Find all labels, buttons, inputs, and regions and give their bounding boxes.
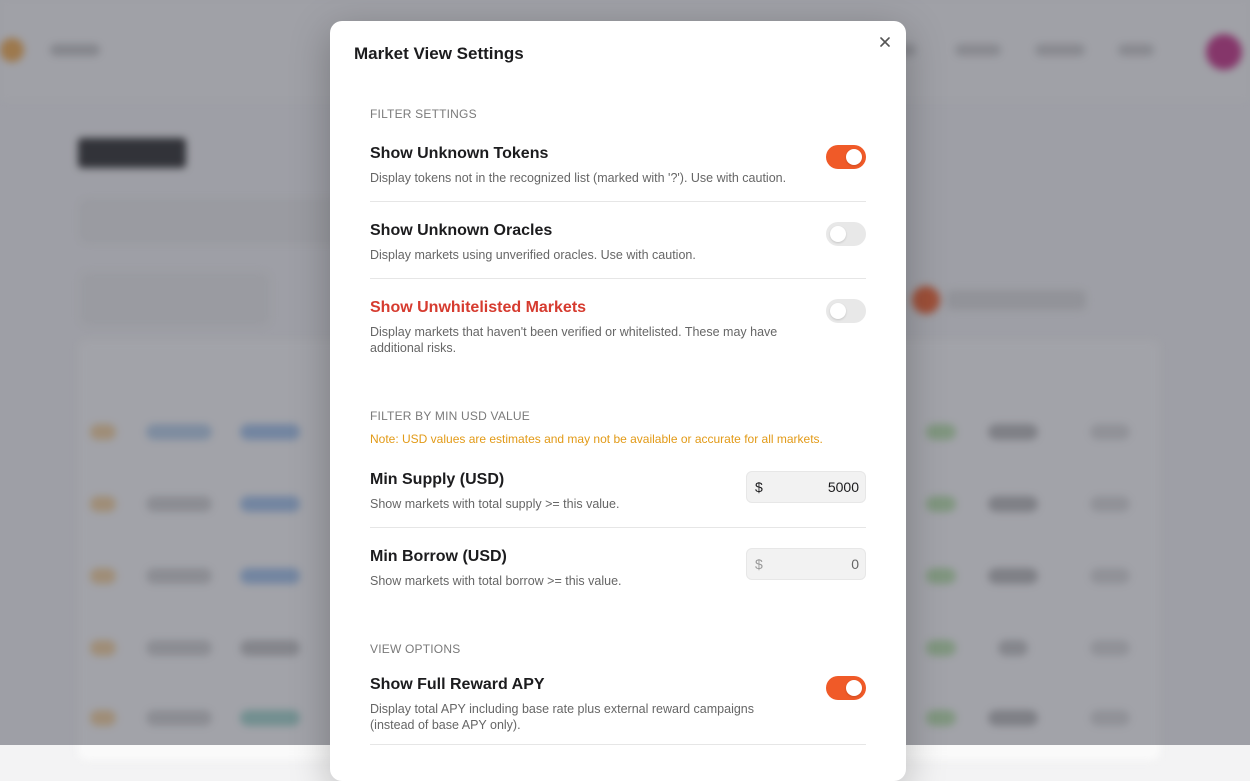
currency-symbol: $	[755, 479, 763, 495]
setting-title: Min Borrow (USD)	[370, 548, 507, 565]
toggle-knob	[830, 226, 846, 242]
divider	[370, 527, 866, 528]
toggle-knob	[846, 149, 862, 165]
modal-title: Market View Settings	[354, 44, 524, 63]
market-view-settings-modal: Market View Settings FILTER SETTINGS Sho…	[330, 21, 906, 781]
min-supply-input[interactable]	[769, 472, 859, 502]
min-borrow-input[interactable]	[769, 549, 859, 579]
setting-title: Show Unknown Oracles	[370, 222, 553, 239]
toggle-show-full-reward-apy[interactable]	[826, 676, 866, 700]
min-borrow-field[interactable]: $	[746, 548, 866, 580]
setting-description: Show markets with total borrow >= this v…	[370, 574, 622, 588]
setting-description: Display markets using unverified oracles…	[370, 248, 696, 262]
setting-description: Show markets with total supply >= this v…	[370, 497, 620, 511]
setting-description: Display total APY including base rate pl…	[370, 702, 755, 732]
toggle-show-unknown-tokens[interactable]	[826, 145, 866, 169]
setting-title: Show Unwhitelisted Markets	[370, 299, 587, 316]
divider	[370, 278, 866, 279]
view-options-label: VIEW OPTIONS	[370, 642, 461, 656]
setting-title: Min Supply (USD)	[370, 471, 505, 488]
divider	[370, 201, 866, 202]
toggle-knob	[830, 303, 846, 319]
setting-title: Show Full Reward APY	[370, 676, 545, 693]
setting-description: Display tokens not in the recognized lis…	[370, 171, 787, 185]
toggle-knob	[846, 680, 862, 696]
min-supply-field[interactable]: $	[746, 471, 866, 503]
usd-note: Note: USD values are estimates and may n…	[370, 432, 823, 446]
setting-title: Show Unknown Tokens	[370, 145, 549, 162]
toggle-show-unknown-oracles[interactable]	[826, 222, 866, 246]
currency-symbol: $	[755, 556, 763, 572]
setting-description: Display markets that haven't been verifi…	[370, 325, 778, 355]
toggle-show-unwhitelisted-markets[interactable]	[826, 299, 866, 323]
close-icon[interactable]	[876, 33, 894, 51]
filter-settings-label: FILTER SETTINGS	[370, 107, 477, 121]
min-usd-label: FILTER BY MIN USD VALUE	[370, 409, 530, 423]
